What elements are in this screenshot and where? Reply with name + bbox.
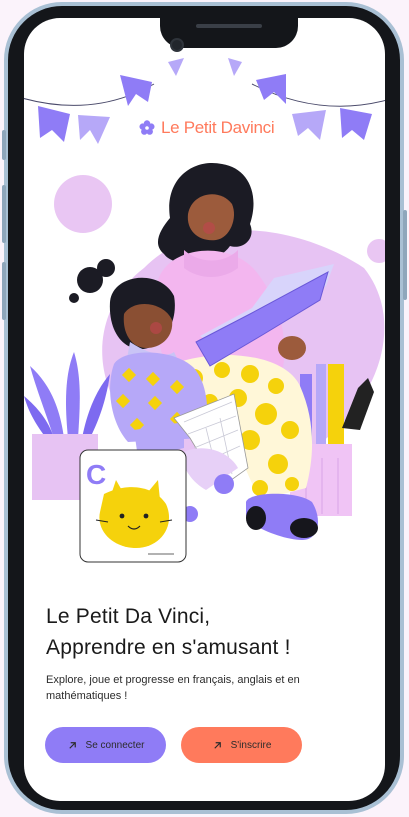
- speaker-grille: [196, 24, 262, 28]
- card-letter: C: [86, 459, 106, 490]
- woman-hand: [278, 336, 306, 360]
- mute-switch: [2, 130, 6, 160]
- login-button[interactable]: Se connecter: [45, 727, 166, 763]
- flower-icon: [139, 120, 155, 135]
- deco-circle: [54, 175, 112, 233]
- hero-illustration: C: [24, 58, 385, 563]
- title-line-2: Apprendre en s'amusant !: [46, 636, 291, 659]
- power-button: [403, 210, 407, 300]
- volume-up-button: [2, 185, 6, 243]
- signup-button[interactable]: S'inscrire: [181, 727, 302, 763]
- cat-flashcard: C: [79, 449, 187, 563]
- front-camera: [170, 38, 184, 52]
- volume-down-button: [2, 262, 6, 320]
- login-button-label: Se connecter: [85, 739, 145, 751]
- brand-name: Le Petit Davinci: [161, 118, 275, 137]
- title-line-1: Le Petit Da Vinci,: [46, 605, 211, 628]
- arrow-up-right-icon: [68, 741, 76, 749]
- page-subtitle: Explore, joue et progresse en français, …: [46, 674, 300, 702]
- arrow-up-right-icon: [213, 741, 221, 749]
- signup-button-label: S'inscrire: [230, 739, 272, 751]
- page-title: Le Petit Da Vinci, Apprendre en s'amusan…: [46, 601, 291, 663]
- deco-dot: [367, 239, 385, 263]
- app-screen: C Le Petit Davinci Le Petit Da Vinci, Ap…: [24, 18, 385, 801]
- brand-logo: Le Petit Davinci: [138, 118, 275, 138]
